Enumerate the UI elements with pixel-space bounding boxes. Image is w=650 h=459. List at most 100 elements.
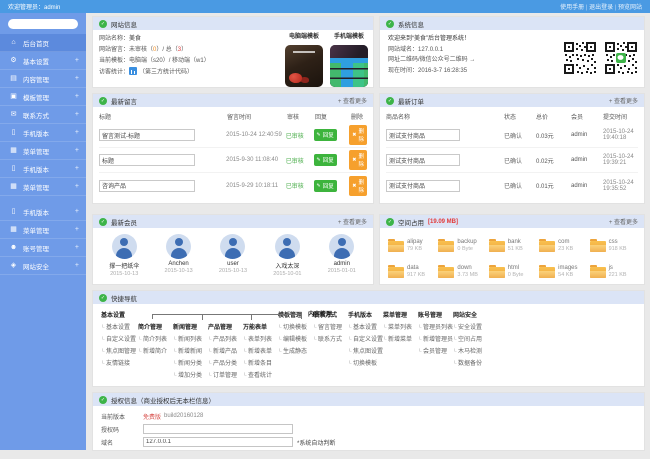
quicknav-link[interactable]: 查看统计 [243, 370, 278, 382]
quicknav-link[interactable]: 切换模板 [348, 358, 383, 370]
folder-item[interactable]: js 221 KB [588, 259, 638, 284]
quicknav-link[interactable]: 新闻列表 [173, 334, 208, 346]
expand-plus-icon[interactable]: + [75, 93, 79, 100]
expand-plus-icon[interactable]: + [75, 262, 79, 269]
sidebar-item[interactable]: ⌂ 后台首页 [0, 34, 86, 52]
expand-plus-icon[interactable]: + [75, 147, 79, 154]
view-more-link[interactable]: + 查看更多 [609, 217, 638, 226]
member-item[interactable]: Anchen 2015-10-13 [151, 234, 205, 277]
reply-button[interactable]: ✎ 回复 [313, 129, 337, 141]
message-title-input[interactable] [99, 154, 195, 166]
view-more-link[interactable]: + 查看更多 [338, 96, 367, 105]
quicknav-link[interactable]: 新增产品 [208, 346, 243, 358]
quicknav-link[interactable]: 数据备份 [453, 358, 488, 370]
expand-plus-icon[interactable]: + [75, 208, 79, 215]
folder-item[interactable]: bank 51 KB [487, 233, 537, 259]
quicknav-link[interactable]: 自定义设置 [101, 334, 138, 346]
sidebar-item[interactable]: ▤ 内容管理 + [0, 70, 86, 88]
sidebar-item[interactable]: ▯ 手机版本 + [0, 203, 86, 221]
quicknav-link[interactable]: 编辑模板 [278, 334, 313, 346]
reply-button[interactable]: ✎ 回复 [313, 179, 337, 192]
quicknav-link[interactable]: 新增菜单 [383, 334, 418, 346]
quicknav-link[interactable]: 生成静态 [278, 346, 313, 358]
expand-plus-icon[interactable]: + [75, 111, 79, 118]
sidebar-item[interactable]: ▣ 模板管理 + [0, 88, 86, 106]
quicknav-link[interactable]: 新增管理员 [418, 334, 453, 346]
expand-plus-icon[interactable]: + [75, 244, 79, 251]
quicknav-link[interactable]: 会员管理 [418, 346, 453, 358]
view-more-link[interactable]: + 查看更多 [338, 217, 367, 226]
quicknav-link[interactable]: 新增条目 [243, 358, 278, 370]
quicknav-link[interactable]: 新增新闻 [173, 346, 208, 358]
delete-button[interactable]: ✖ 删除 [349, 125, 367, 145]
view-more-link[interactable]: + 查看更多 [609, 96, 638, 105]
quicknav-link[interactable]: 友情链接 [101, 358, 138, 370]
sidebar-item[interactable]: ⚙ 基本设置 + [0, 52, 86, 70]
folder-item[interactable]: images 54 KB [537, 259, 587, 284]
quicknav-link[interactable]: 增加分类 [173, 370, 208, 382]
quicknav-link[interactable]: 空间占用 [453, 334, 488, 346]
member-item[interactable]: admin 2015-01-01 [315, 234, 369, 277]
member-item[interactable]: user 2015-10-13 [206, 234, 260, 277]
quicknav-link[interactable]: 木马检测 [453, 346, 488, 358]
delete-button[interactable]: ✖ 删除 [349, 175, 367, 196]
quicknav-link[interactable]: 新增简介 [138, 346, 173, 358]
folder-item[interactable]: alipay 79 KB [386, 233, 436, 259]
pc-template-thumbnail[interactable] [285, 45, 323, 87]
folder-item[interactable]: com 23 KB [537, 233, 587, 259]
topbar-link[interactable]: 使用手册 [560, 2, 584, 11]
quicknav-link[interactable]: 菜单列表 [383, 322, 418, 334]
expand-plus-icon[interactable]: + [75, 165, 79, 172]
quicknav-link[interactable]: 切换模板 [278, 322, 313, 334]
quicknav-link[interactable]: 产品列表 [208, 334, 243, 346]
quicknav-link[interactable]: 留言管理 [313, 322, 348, 334]
sidebar-item[interactable]: ◈ 网站安全 + [0, 257, 86, 275]
quicknav-link[interactable]: 新闻分类 [173, 358, 208, 370]
folder-item[interactable]: backup 0 Byte [436, 233, 486, 259]
quicknav-link[interactable]: 基本设置 [101, 322, 138, 334]
topbar-link[interactable]: 预览网站 [613, 2, 642, 11]
quicknav-link[interactable]: 安全设置 [453, 322, 488, 334]
sidebar-search-input[interactable] [8, 19, 78, 29]
mobile-template-thumbnail[interactable] [330, 45, 368, 87]
folder-item[interactable]: css 918 KB [588, 233, 638, 259]
quicknav-link[interactable]: 管理员列表 [418, 322, 453, 334]
delete-button[interactable]: ✖ 删除 [349, 150, 367, 170]
sidebar-item[interactable]: ▦ 菜单管理 + [0, 178, 86, 196]
quicknav-link[interactable]: 自定义设置 [348, 334, 383, 346]
folder-item[interactable]: html 0 Byte [487, 259, 537, 284]
quicknav-link[interactable]: 联系方式 [313, 334, 348, 346]
sidebar-item[interactable]: ▦ 菜单管理 + [0, 142, 86, 160]
quicknav-link[interactable]: 新增表单 [243, 346, 278, 358]
expand-plus-icon[interactable]: + [75, 57, 79, 64]
order-name-input[interactable] [386, 179, 460, 192]
reply-button[interactable]: ✎ 回复 [313, 154, 337, 166]
domain-input[interactable] [143, 437, 293, 447]
sidebar-item[interactable]: ▦ 菜单管理 + [0, 221, 86, 239]
quicknav-link[interactable]: 订单管理 [208, 370, 243, 382]
sidebar-item[interactable]: ▯ 手机版本 + [0, 160, 86, 178]
quicknav-link[interactable]: 产品分类 [208, 358, 243, 370]
sidebar-item[interactable]: ▯ 手机版本 + [0, 124, 86, 142]
expand-plus-icon[interactable]: + [75, 183, 79, 190]
expand-plus-icon[interactable]: + [75, 129, 79, 136]
quicknav-link[interactable]: 焦点图管理 [101, 346, 138, 358]
bar-chart-icon[interactable] [129, 67, 138, 75]
order-name-input[interactable] [386, 154, 460, 166]
sidebar-item[interactable]: ✉ 联系方式 + [0, 106, 86, 124]
topbar-link[interactable]: 退出登录 [584, 2, 613, 11]
auth-code-input[interactable] [143, 424, 293, 434]
member-item[interactable]: 入戏太深 2015-10-01 [260, 234, 314, 277]
expand-plus-icon[interactable]: + [75, 226, 79, 233]
sidebar-item[interactable]: ☻ 账号管理 + [0, 239, 86, 257]
order-name-input[interactable] [386, 129, 460, 141]
message-title-input[interactable] [99, 179, 195, 192]
folder-item[interactable]: down 3.73 MB [436, 259, 486, 284]
quicknav-link[interactable]: 基本设置 [348, 322, 383, 334]
folder-item[interactable]: data 917 KB [386, 259, 436, 284]
quicknav-link[interactable]: 简介列表 [138, 334, 173, 346]
message-title-input[interactable] [99, 129, 195, 141]
quicknav-link[interactable]: 焦点图设置 [348, 346, 383, 358]
member-item[interactable]: 撑一把纸伞 2015-10-13 [97, 234, 151, 277]
expand-plus-icon[interactable]: + [75, 75, 79, 82]
